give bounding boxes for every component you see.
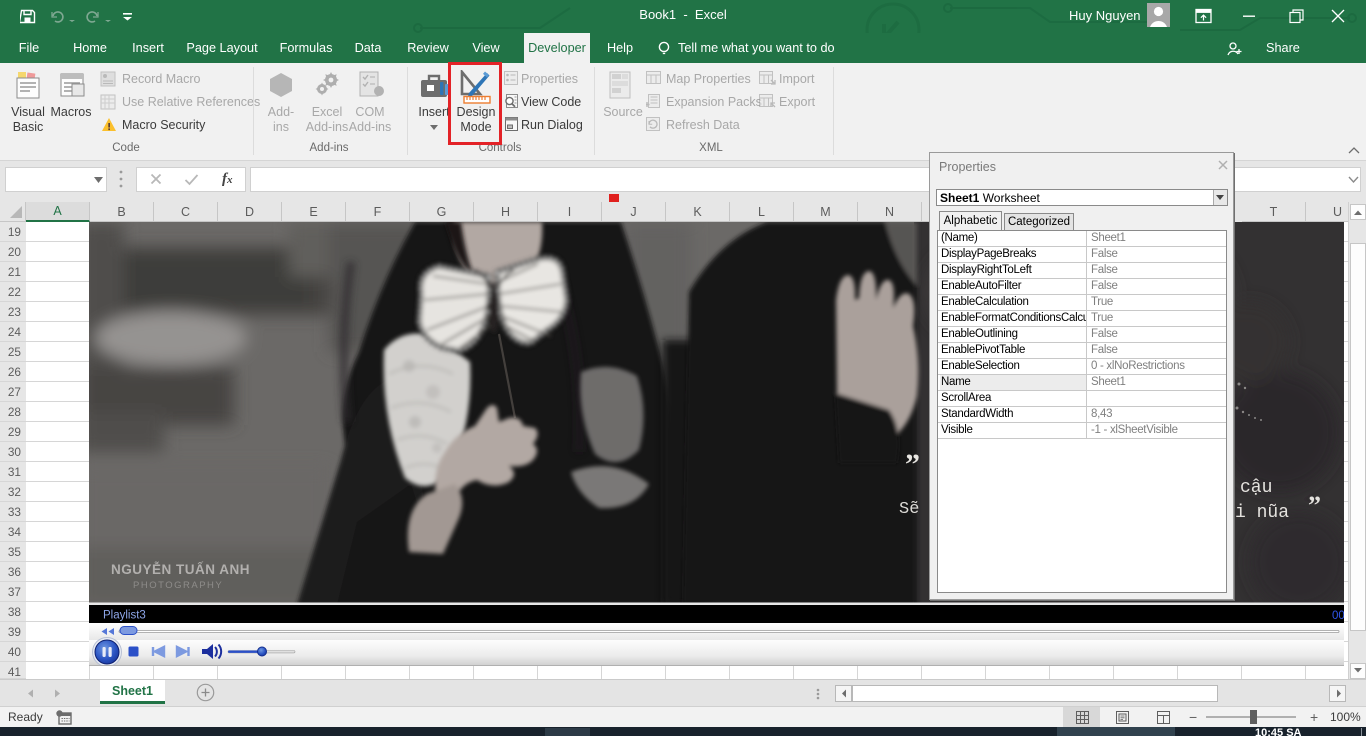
svg-text:00: 00 (1332, 610, 1344, 622)
svg-text:Playlist3: Playlist3 (103, 610, 146, 622)
svg-text:NGUYỄN TUẤN ANH: NGUYỄN TUẤN ANH (111, 562, 250, 577)
svg-text:PHOTOGRAPHY: PHOTOGRAPHY (133, 580, 223, 591)
svg-text:i nũa: i nũa (1235, 503, 1289, 523)
svg-text:Sẽ: Sẽ (899, 500, 919, 519)
svg-text:cậu: cậu (1240, 478, 1272, 498)
svg-text:”: ” (905, 448, 920, 481)
svg-text:”: ” (1308, 491, 1321, 520)
